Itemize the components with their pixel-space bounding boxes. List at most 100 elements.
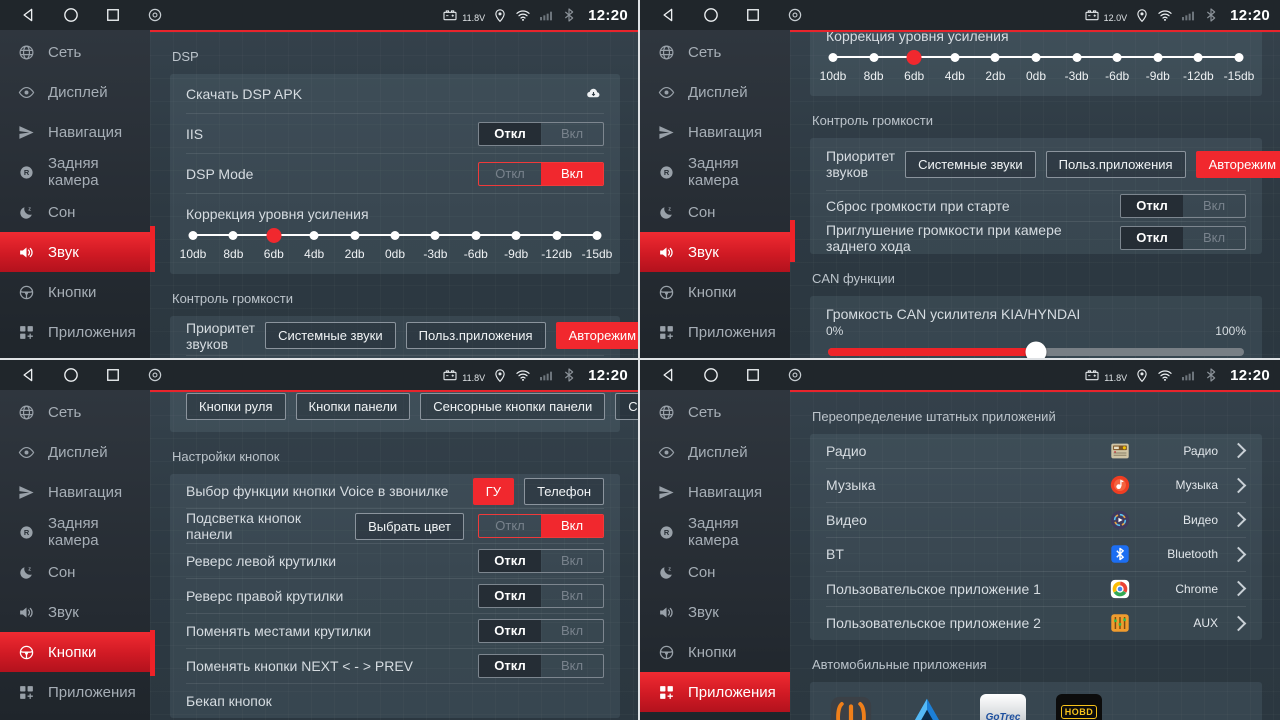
sidebar-item-3[interactable]: RЗадняя камера <box>640 152 790 192</box>
toggle-off-option[interactable]: Откл <box>1121 195 1183 217</box>
sidebar-item-4[interactable]: zСон <box>640 192 790 232</box>
sidebar-item-2[interactable]: Навигация <box>640 112 790 152</box>
toggle-on-option[interactable]: Вкл <box>541 123 603 145</box>
slider-dot[interactable] <box>431 231 440 240</box>
sidebar-item-5[interactable]: Звук <box>0 232 150 272</box>
toggle-on-option[interactable]: Вкл <box>541 163 603 185</box>
back-icon[interactable] <box>20 6 38 24</box>
sidebar-item-0[interactable]: Сеть <box>0 32 150 72</box>
slider-dot[interactable] <box>471 231 480 240</box>
nav-button[interactable]: Сенсор ТВ (IO) <box>615 393 638 420</box>
home-icon[interactable] <box>62 366 80 384</box>
toggle-on-option[interactable]: Вкл <box>1183 227 1245 249</box>
app-override-row[interactable]: РадиоРадио <box>826 434 1246 468</box>
choice-option[interactable]: Телефон <box>524 478 604 505</box>
slider-dot[interactable] <box>991 53 1000 62</box>
sidebar-item-3[interactable]: RЗадняя камера <box>640 512 790 552</box>
sidebar-item-3[interactable]: RЗадняя камера <box>0 152 150 192</box>
on-off-toggle[interactable]: ОтклВкл <box>478 654 604 678</box>
home-icon[interactable] <box>702 6 720 24</box>
back-icon[interactable] <box>660 6 678 24</box>
sidebar-item-6[interactable]: Кнопки <box>640 632 790 672</box>
toggle-off-option[interactable]: Откл <box>479 550 541 572</box>
sidebar-item-4[interactable]: zСон <box>0 192 150 232</box>
choice-option[interactable]: Авторежим <box>556 322 638 349</box>
toggle-off-option[interactable]: Откл <box>479 620 541 642</box>
on-off-toggle[interactable]: ОтклВкл <box>478 619 604 643</box>
gotrec-icon[interactable]: GoTrec <box>980 694 1026 720</box>
nav-button[interactable]: Кнопки руля <box>186 393 286 420</box>
tick-slider-track[interactable]: 10db8db6db4db2db0db-3db-6db-9db-12db-15d… <box>188 226 602 270</box>
slider-dot[interactable] <box>1032 53 1041 62</box>
recents-icon[interactable] <box>744 366 762 384</box>
toggle-on-option[interactable]: Вкл <box>541 515 603 537</box>
toggle-off-option[interactable]: Откл <box>479 123 541 145</box>
back-icon[interactable] <box>660 366 678 384</box>
slider-dot[interactable] <box>829 53 838 62</box>
toggle-off-option[interactable]: Откл <box>479 585 541 607</box>
choice-option[interactable]: Авторежим <box>1196 151 1280 178</box>
sidebar-item-1[interactable]: Дисплей <box>640 72 790 112</box>
sidebar-item-4[interactable]: zСон <box>640 552 790 592</box>
slider-dot[interactable] <box>189 231 198 240</box>
app-override-row[interactable]: ВидеоВидео <box>826 502 1246 537</box>
recents-icon[interactable] <box>104 6 122 24</box>
sidebar-item-1[interactable]: Дисплей <box>0 432 150 472</box>
toggle-off-option[interactable]: Откл <box>479 163 541 185</box>
toggle-on-option[interactable]: Вкл <box>541 655 603 677</box>
toggle-on-option[interactable]: Вкл <box>541 620 603 642</box>
toggle-off-option[interactable]: Откл <box>479 515 541 537</box>
on-off-toggle[interactable]: ОтклВкл <box>478 514 604 538</box>
sidebar-item-5[interactable]: Звук <box>640 592 790 632</box>
toggle-on-option[interactable]: Вкл <box>541 550 603 572</box>
choice-option[interactable]: Польз.приложения <box>406 322 546 349</box>
floating-circle-icon[interactable] <box>146 6 164 24</box>
app-override-row[interactable]: BTBluetooth <box>826 537 1246 572</box>
on-off-toggle[interactable]: ОтклВкл <box>478 584 604 608</box>
nav-button[interactable]: Кнопки панели <box>296 393 411 420</box>
scroll-indicator[interactable] <box>790 220 795 262</box>
sidebar-item-0[interactable]: Сеть <box>0 392 150 432</box>
choose-color-button[interactable]: Выбрать цвет <box>355 513 464 540</box>
carplay-triangle-icon[interactable] <box>904 694 950 720</box>
slider-dot[interactable] <box>1113 53 1122 62</box>
sidebar-item-6[interactable]: Кнопки <box>0 272 150 312</box>
sidebar-item-2[interactable]: Навигация <box>0 472 150 512</box>
choice-option[interactable]: ГУ <box>473 478 514 505</box>
choice-option[interactable]: Системные звуки <box>265 322 396 349</box>
settings-row[interactable]: Скачать DSP APK <box>186 74 604 113</box>
slider-dot[interactable] <box>1235 53 1244 62</box>
sidebar-item-2[interactable]: Навигация <box>640 472 790 512</box>
back-icon[interactable] <box>20 366 38 384</box>
app-override-row[interactable]: МузыкаМузыка <box>826 468 1246 503</box>
on-off-toggle[interactable]: ОтклВкл <box>478 162 604 186</box>
sidebar-item-7[interactable]: Приложения <box>0 312 150 352</box>
slider-track[interactable] <box>828 348 1244 356</box>
on-off-toggle[interactable]: ОтклВкл <box>478 122 604 146</box>
on-off-toggle[interactable]: ОтклВкл <box>1120 194 1246 218</box>
recents-icon[interactable] <box>104 366 122 384</box>
scroll-indicator[interactable] <box>150 630 155 676</box>
home-icon[interactable] <box>702 366 720 384</box>
toggle-off-option[interactable]: Откл <box>1121 227 1183 249</box>
sidebar-item-6[interactable]: Кнопки <box>640 272 790 312</box>
choice-option[interactable]: Польз.приложения <box>1046 151 1186 178</box>
home-icon[interactable] <box>62 6 80 24</box>
sidebar-item-5[interactable]: Звук <box>0 592 150 632</box>
sidebar-item-0[interactable]: Сеть <box>640 32 790 72</box>
slider-active-dot[interactable] <box>266 228 281 243</box>
sidebar-item-1[interactable]: Дисплей <box>640 432 790 472</box>
slider-dot[interactable] <box>950 53 959 62</box>
hobd-check-icon[interactable]: HOBDCHECK <box>1056 694 1102 720</box>
app-override-row[interactable]: Пользовательское приложение 2AUX <box>826 606 1246 641</box>
sidebar-item-6[interactable]: Кнопки <box>0 632 150 672</box>
sidebar-item-7[interactable]: Приложения <box>0 672 150 712</box>
sidebar-item-7[interactable]: Приложения <box>640 312 790 352</box>
slider-dot[interactable] <box>869 53 878 62</box>
tpms-icon[interactable] <box>828 694 874 720</box>
nav-button[interactable]: Сенсорные кнопки панели <box>420 393 605 420</box>
toggle-on-option[interactable]: Вкл <box>541 585 603 607</box>
sidebar-item-4[interactable]: zСон <box>0 552 150 592</box>
slider-dot[interactable] <box>391 231 400 240</box>
sidebar-item-0[interactable]: Сеть <box>640 392 790 432</box>
